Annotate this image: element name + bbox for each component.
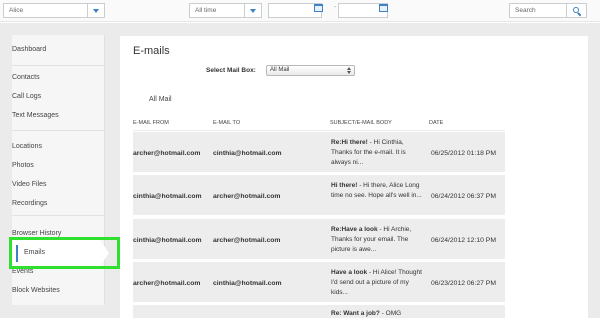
- search-placeholder: Search: [515, 7, 536, 14]
- email-to: cinthia@hotmail.com: [213, 280, 282, 287]
- chevron-down-icon: [93, 8, 99, 13]
- email-body: - OMG: [381, 310, 402, 317]
- email-from: cinthia@hotmail.com: [133, 237, 202, 244]
- column-header-from: E-MAIL FROM: [133, 120, 169, 126]
- email-subject: Re: Want a job?: [331, 310, 380, 317]
- sidebar-item-recordings[interactable]: Recordings: [12, 200, 47, 207]
- sidebar-item-video-files[interactable]: Video Files: [12, 181, 47, 188]
- period-select-value: All time: [195, 7, 217, 14]
- page-title: E-mails: [133, 45, 170, 57]
- sidebar-item-contacts[interactable]: Contacts: [12, 74, 40, 81]
- calendar-icon[interactable]: [379, 3, 388, 12]
- sidebar-item-block-websites[interactable]: Block Websites: [12, 287, 60, 294]
- table-row[interactable]: cinthia@hotmail.com archer@hotmail.com R…: [133, 219, 505, 259]
- sidebar-divider: [12, 130, 105, 131]
- email-from: archer@hotmail.com: [133, 150, 201, 157]
- email-subject-body: Re:Have a look - Hi Archie, Thanks for y…: [331, 225, 425, 255]
- sidebar-item-locations[interactable]: Locations: [12, 143, 42, 150]
- email-subject: Re:Hi there!: [331, 139, 368, 146]
- date-range-separator: -: [334, 4, 337, 11]
- top-filter-bar: Alice All time - Search: [0, 0, 600, 22]
- device-select[interactable]: Alice: [3, 3, 105, 18]
- email-subject-body: Re: Want a job? - OMG: [331, 309, 425, 318]
- column-header-subject: SUBJECT/E-MAIL BODY: [330, 120, 392, 126]
- email-from: cinthia@hotmail.com: [133, 193, 202, 200]
- tab-all-mail[interactable]: All Mail: [149, 96, 172, 103]
- email-subject: Re:Have a look: [331, 226, 378, 233]
- sidebar-item-dashboard[interactable]: Dashboard: [12, 46, 46, 53]
- period-select[interactable]: All time: [189, 3, 262, 18]
- email-to: cinthia@hotmail.com: [213, 150, 282, 157]
- email-subject-body: Re:Hi there! - Hi Cinthia, Thanks for th…: [331, 138, 425, 168]
- sidebar-divider: [12, 65, 105, 66]
- email-date: 06/25/2012 01:18 PM: [431, 150, 496, 157]
- table-row[interactable]: cinthia@hotmail.com archer@hotmail.com H…: [133, 175, 505, 215]
- email-date: 06/23/2012 06:27 PM: [431, 280, 496, 287]
- period-dropdown-button[interactable]: [244, 4, 261, 17]
- table-row[interactable]: archer@hotmail.com cinthia@hotmail.com H…: [133, 262, 505, 302]
- email-subject: Hi there!: [331, 182, 358, 189]
- email-subject-body: Have a look - Hi Alice! Thought I'd send…: [331, 268, 425, 298]
- mailbox-label: Select Mail Box:: [206, 67, 256, 74]
- chevron-down-icon: [250, 8, 256, 13]
- email-subject-body: Hi there! - Hi there, Alice Long time no…: [331, 181, 425, 201]
- device-select-value: Alice: [9, 7, 24, 14]
- device-dropdown-button[interactable]: [87, 4, 104, 17]
- table-header-divider: [133, 130, 505, 131]
- email-to: archer@hotmail.com: [213, 237, 281, 244]
- table-row[interactable]: archer@hotmail.com cinthia@hotmail.com R…: [133, 132, 505, 172]
- calendar-icon[interactable]: [314, 3, 323, 12]
- select-arrows-icon: [347, 67, 352, 74]
- table-row[interactable]: Re: Want a job? - OMG: [133, 305, 505, 318]
- selection-highlight: [9, 237, 120, 269]
- sidebar-item-text-messages[interactable]: Text Messages: [12, 112, 59, 119]
- search-button[interactable]: [566, 4, 586, 17]
- sidebar-divider: [12, 215, 105, 216]
- email-subject: Have a look: [331, 269, 368, 276]
- sidebar-item-photos[interactable]: Photos: [12, 162, 34, 169]
- email-to: archer@hotmail.com: [213, 193, 281, 200]
- email-date: 06/24/2012 06:37 PM: [431, 193, 496, 200]
- sidebar-item-browser-history[interactable]: Browser History: [12, 230, 61, 237]
- search-icon: [572, 6, 582, 16]
- mailbox-select[interactable]: All Mail: [266, 65, 355, 76]
- search-input[interactable]: Search: [509, 3, 587, 18]
- email-from: archer@hotmail.com: [133, 280, 201, 287]
- column-header-date: DATE: [429, 120, 444, 126]
- sidebar-item-call-logs[interactable]: Call Logs: [12, 93, 41, 100]
- email-date: 06/24/2012 12:10 PM: [431, 237, 496, 244]
- mailbox-select-value: All Mail: [270, 67, 290, 73]
- column-header-to: E-MAIL TO: [213, 120, 241, 126]
- sidebar-item-events[interactable]: Events: [12, 268, 33, 275]
